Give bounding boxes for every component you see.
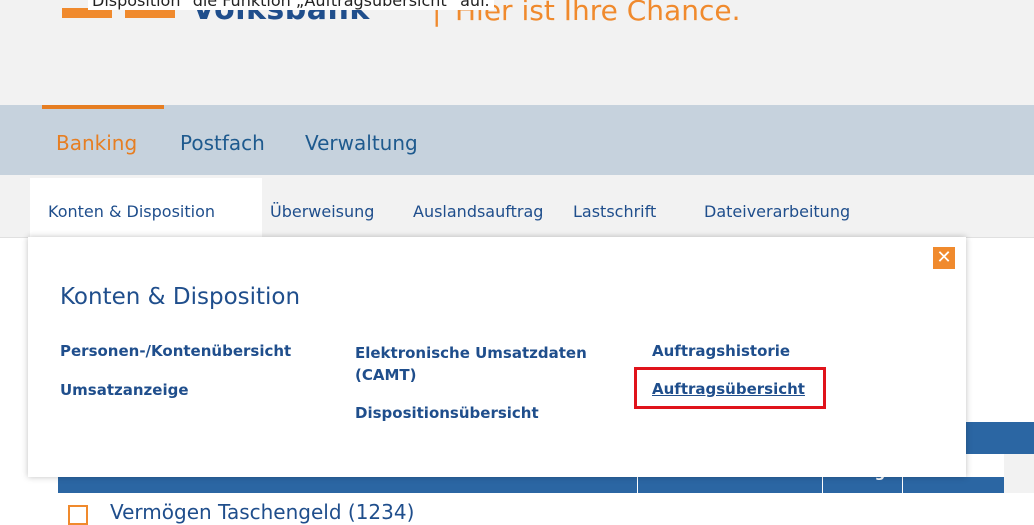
active-tab-indicator [42,105,164,109]
close-icon[interactable]: ✕ [933,247,955,269]
table-scroll-area [1004,454,1034,493]
highlight-box [634,367,826,409]
popup-title: Konten & Disposition [60,284,301,310]
table-row-label[interactable]: Vermögen Taschengeld (1234) [110,500,414,524]
tab-postfach[interactable]: Postfach [180,131,265,155]
subtab-konten-disposition-label: Konten & Disposition [48,202,216,221]
column-divider [902,477,903,493]
header: Volksbank | Hier ist Ihre Chance. [0,0,1034,105]
row-checkbox[interactable] [68,505,88,525]
link-elektronische-umsatzdaten[interactable]: Elektronische Umsatzdaten (CAMT) [355,342,620,386]
subtab-lastschrift[interactable]: Lastschrift [573,202,656,221]
table-header: Kontoart Kontonummer Whrg [58,463,1004,493]
column-divider [637,477,638,493]
link-personen-kontenuebersicht[interactable]: Personen-/Kontenübersicht [60,342,291,360]
tab-banking[interactable]: Banking [56,131,137,155]
main-navigation: Banking Postfach Verwaltung [0,105,1034,175]
link-dispositionsuebersicht[interactable]: Dispositionsübersicht [355,404,539,422]
link-umsatzanzeige[interactable]: Umsatzanzeige [60,381,189,399]
tab-verwaltung[interactable]: Verwaltung [305,131,418,155]
link-auftragshistorie[interactable]: Auftragshistorie [652,342,790,360]
subtab-dateiverarbeitung[interactable]: Dateiverarbeitung [704,202,850,221]
caption-text: Disposition“ die Funktion „Auftragsübers… [88,0,494,10]
column-divider [822,477,823,493]
slogan: Hier ist Ihre Chance. [455,0,741,27]
subtab-auslandsauftrag[interactable]: Auslandsauftrag [413,202,543,221]
table-header-edge [966,422,1034,454]
subtab-konten-disposition[interactable]: Konten & Disposition [30,178,262,238]
subtab-ueberweisung[interactable]: Überweisung [270,202,374,221]
